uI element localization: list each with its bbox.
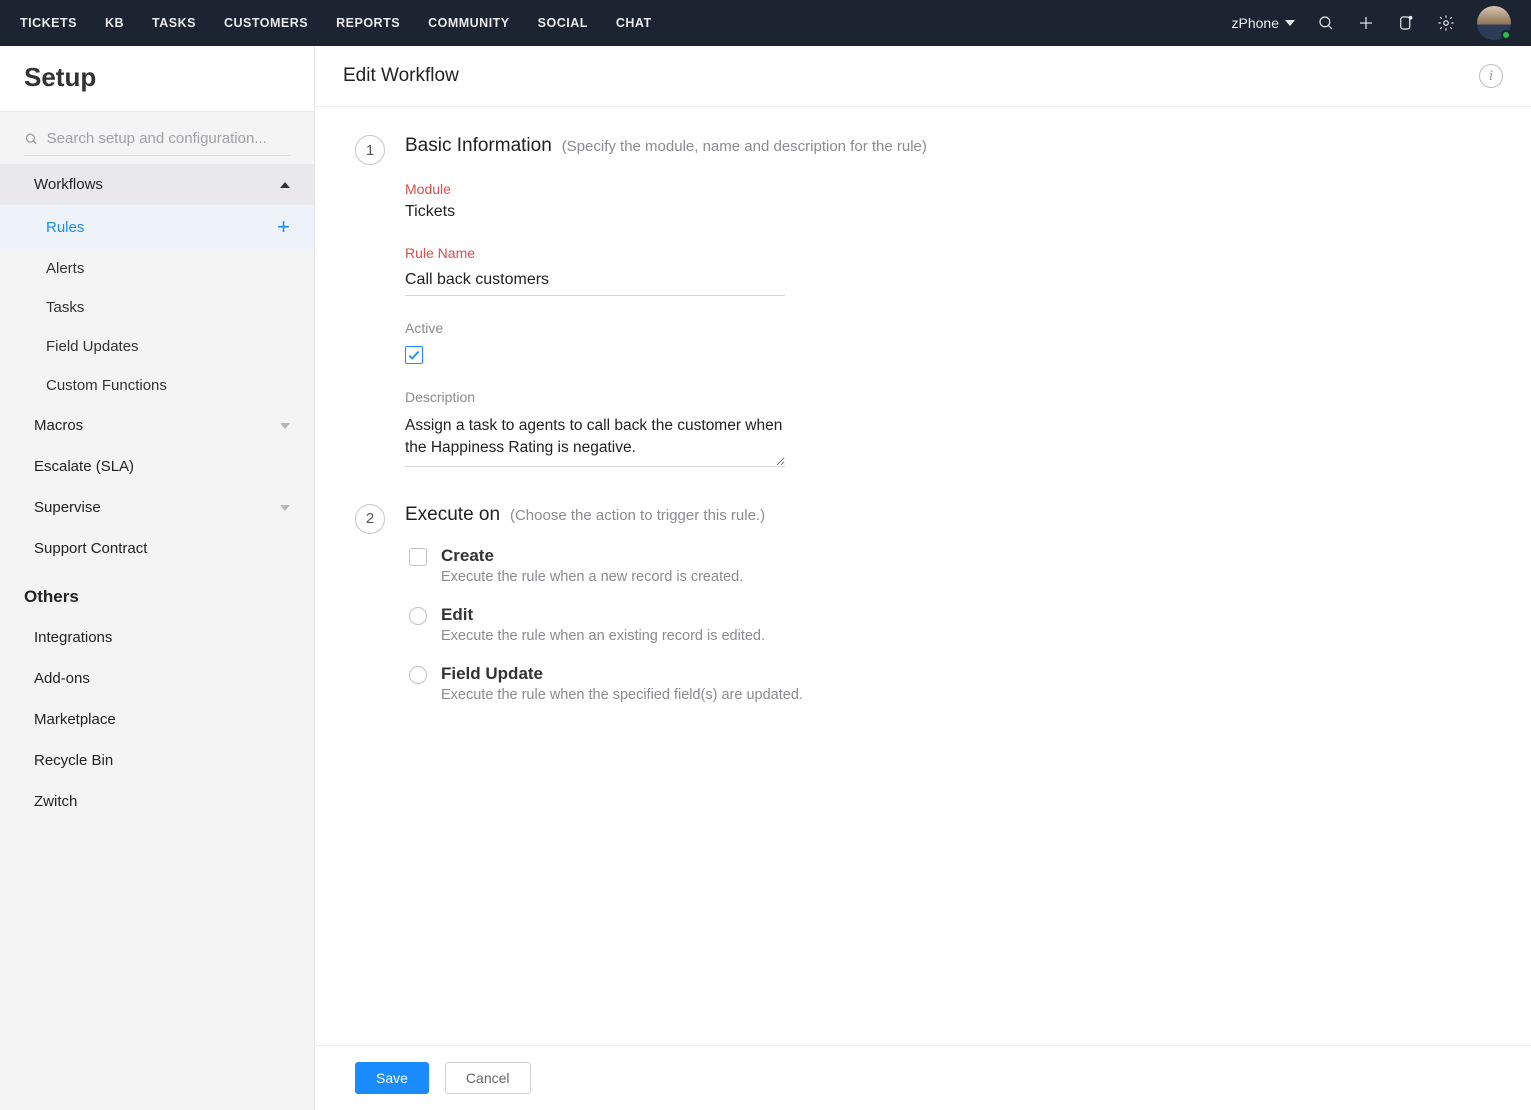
item-label: Integrations (34, 629, 112, 646)
item-label: Zwitch (34, 793, 77, 810)
step-basic-info: 1 Basic Information (Specify the module,… (355, 135, 1491, 470)
caret-down-icon (280, 423, 290, 429)
caret-up-icon (280, 182, 290, 188)
gear-icon[interactable] (1437, 14, 1455, 32)
option-desc: Execute the rule when a new record is cr… (441, 569, 743, 585)
option-radio[interactable] (409, 666, 427, 684)
sidebar: Setup Workflows Rules + Alerts Tasks Field U… (0, 46, 315, 1110)
sidebar-item-zwitch[interactable]: Zwitch (0, 781, 314, 822)
sidebar-item-custom-functions[interactable]: Custom Functions (0, 366, 314, 405)
notification-icon[interactable] (1397, 14, 1415, 32)
sidebar-group-supervise[interactable]: Supervise (0, 487, 314, 528)
save-button[interactable]: Save (355, 1062, 429, 1094)
info-icon[interactable]: i (1479, 64, 1503, 88)
sidebar-item-alerts[interactable]: Alerts (0, 249, 314, 288)
sidebar-group-workflows[interactable]: Workflows (0, 164, 314, 205)
item-label: Tasks (46, 299, 84, 316)
option-title: Create (441, 546, 743, 566)
option-title: Field Update (441, 664, 803, 684)
item-label: Custom Functions (46, 377, 167, 394)
group-label: Workflows (34, 176, 103, 193)
sidebar-item-marketplace[interactable]: Marketplace (0, 699, 314, 740)
step-number: 1 (355, 135, 385, 165)
step-execute-on: 2 Execute on (Choose the action to trigg… (355, 504, 1491, 723)
sidebar-item-tasks[interactable]: Tasks (0, 288, 314, 327)
item-label: Escalate (SLA) (34, 458, 134, 475)
org-selector[interactable]: zPhone (1232, 15, 1295, 31)
module-label: Module (405, 181, 785, 197)
execute-option-field-update: Field Update Execute the rule when the sp… (409, 664, 1491, 703)
cancel-button[interactable]: Cancel (445, 1062, 531, 1094)
rule-name-input[interactable] (405, 267, 785, 296)
step-hint: (Specify the module, name and descriptio… (562, 138, 927, 155)
avatar[interactable] (1477, 6, 1511, 40)
sidebar-title: Setup (0, 46, 314, 112)
step-hint: (Choose the action to trigger this rule.… (510, 507, 765, 524)
step-title: Basic Information (405, 135, 552, 156)
rule-name-label: Rule Name (405, 245, 785, 261)
nav-item-kb[interactable]: KB (105, 16, 124, 30)
org-name: zPhone (1232, 15, 1279, 31)
option-checkbox[interactable] (409, 548, 427, 566)
group-label: Macros (34, 417, 83, 434)
sidebar-item-support-contract[interactable]: Support Contract (0, 528, 314, 569)
nav-item-social[interactable]: SOCIAL (538, 16, 588, 30)
item-label: Alerts (46, 260, 84, 277)
sidebar-item-add-ons[interactable]: Add-ons (0, 658, 314, 699)
sidebar-section-others: Others (0, 569, 314, 617)
active-checkbox[interactable] (405, 346, 423, 364)
option-radio[interactable] (409, 607, 427, 625)
search-icon (24, 131, 39, 147)
sidebar-group-macros[interactable]: Macros (0, 405, 314, 446)
item-label: Add-ons (34, 670, 90, 687)
sidebar-search-input[interactable] (47, 130, 290, 147)
page-title: Edit Workflow (343, 65, 459, 87)
chevron-down-icon (1285, 20, 1295, 26)
presence-dot-icon (1501, 30, 1511, 40)
nav-item-customers[interactable]: CUSTOMERS (224, 16, 308, 30)
active-label: Active (405, 320, 785, 336)
top-nav: TICKETS KB TASKS CUSTOMERS REPORTS COMMUNITY S… (0, 0, 1531, 46)
step-title: Execute on (405, 504, 500, 525)
sidebar-item-escalate[interactable]: Escalate (SLA) (0, 446, 314, 487)
footer: Save Cancel (315, 1045, 1531, 1110)
nav-item-community[interactable]: COMMUNITY (428, 16, 510, 30)
item-label: Recycle Bin (34, 752, 113, 769)
main: Edit Workflow i 1 Basic Information (Spe… (315, 46, 1531, 1110)
nav-item-tasks[interactable]: TASKS (152, 16, 196, 30)
search-icon[interactable] (1317, 14, 1335, 32)
description-label: Description (405, 389, 785, 405)
check-icon (407, 348, 421, 362)
option-desc: Execute the rule when an existing record… (441, 628, 765, 644)
execute-option-create: Create Execute the rule when a new record… (409, 546, 1491, 585)
nav-item-chat[interactable]: CHAT (616, 16, 652, 30)
add-rule-button[interactable]: + (277, 216, 290, 238)
sidebar-item-integrations[interactable]: Integrations (0, 617, 314, 658)
item-label: Support Contract (34, 540, 147, 557)
option-desc: Execute the rule when the specified fiel… (441, 687, 803, 703)
item-label: Rules (46, 219, 84, 236)
caret-down-icon (280, 505, 290, 511)
description-textarea[interactable] (405, 411, 785, 467)
nav-item-reports[interactable]: REPORTS (336, 16, 400, 30)
option-title: Edit (441, 605, 765, 625)
module-value: Tickets (405, 203, 785, 221)
item-label: Field Updates (46, 338, 139, 355)
nav-item-tickets[interactable]: TICKETS (20, 16, 77, 30)
group-label: Supervise (34, 499, 101, 516)
step-number: 2 (355, 504, 385, 534)
sidebar-item-recycle-bin[interactable]: Recycle Bin (0, 740, 314, 781)
sidebar-item-field-updates[interactable]: Field Updates (0, 327, 314, 366)
item-label: Marketplace (34, 711, 116, 728)
execute-option-edit: Edit Execute the rule when an existing re… (409, 605, 1491, 644)
plus-icon[interactable] (1357, 14, 1375, 32)
sidebar-item-rules[interactable]: Rules + (0, 205, 314, 249)
